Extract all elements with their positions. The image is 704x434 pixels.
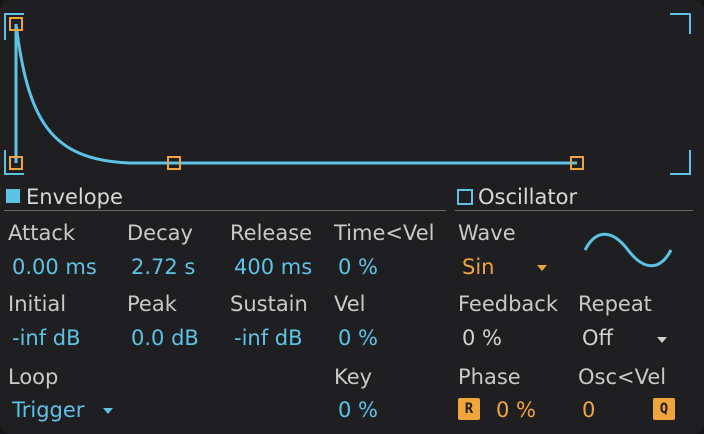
feedback-label: Feedback	[458, 292, 559, 316]
release-label: Release	[230, 221, 313, 245]
vel-value[interactable]: 0 %	[338, 326, 378, 350]
sustain-label: Sustain	[230, 292, 308, 316]
envelope-divider	[4, 210, 446, 211]
loop-label: Loop	[8, 365, 59, 389]
wave-dropdown-value[interactable]: Sin	[462, 255, 494, 279]
key-label: Key	[334, 365, 373, 389]
decay-label: Decay	[127, 221, 193, 245]
envelope-display[interactable]	[0, 0, 704, 184]
feedback-value[interactable]: 0 %	[462, 326, 502, 350]
loop-dropdown-chevron-down-icon[interactable]	[103, 408, 113, 414]
repeat-dropdown-chevron-down-icon[interactable]	[657, 337, 667, 343]
initial-label: Initial	[8, 292, 67, 316]
envelope-device-panel: Envelope Oscillator Attack Decay Release…	[0, 0, 704, 434]
osc-vel-quantize-button[interactable]: Q	[653, 398, 675, 420]
repeat-dropdown-value[interactable]: Off	[582, 326, 613, 350]
peak-label: Peak	[127, 292, 177, 316]
peak-value[interactable]: 0.0 dB	[131, 326, 199, 350]
sustain-value[interactable]: -inf dB	[234, 326, 303, 350]
initial-value[interactable]: -inf dB	[12, 326, 81, 350]
wave-label: Wave	[458, 221, 516, 245]
osc-vel-value[interactable]: 0	[582, 398, 595, 422]
wave-dropdown-chevron-down-icon[interactable]	[537, 265, 547, 271]
oscillator-toggle-icon[interactable]	[457, 189, 473, 205]
release-value[interactable]: 400 ms	[234, 255, 312, 279]
key-value[interactable]: 0 %	[338, 398, 378, 422]
phase-label: Phase	[458, 365, 521, 389]
envelope-toggle-icon[interactable]	[6, 189, 20, 203]
osc-vel-label: Osc<Vel	[578, 365, 667, 389]
time-vel-label: Time<Vel	[334, 221, 435, 245]
corner-bracket-top-right	[670, 13, 691, 34]
envelope-curve	[14, 23, 577, 165]
oscillator-divider	[455, 210, 693, 211]
envelope-section-title: Envelope	[26, 185, 123, 209]
phase-value[interactable]: 0 %	[496, 398, 536, 422]
loop-dropdown-value[interactable]: Trigger	[12, 398, 84, 422]
oscillator-section-title: Oscillator	[478, 185, 578, 209]
attack-value[interactable]: 0.00 ms	[12, 255, 97, 279]
vel-label: Vel	[334, 292, 366, 316]
time-vel-value[interactable]: 0 %	[338, 255, 378, 279]
corner-bracket-bottom-right	[670, 150, 691, 175]
attack-label: Attack	[8, 221, 76, 245]
repeat-label: Repeat	[578, 292, 652, 316]
phase-retrigger-button[interactable]: R	[458, 398, 480, 420]
sine-wave-icon	[583, 232, 673, 268]
decay-value[interactable]: 2.72 s	[131, 255, 195, 279]
